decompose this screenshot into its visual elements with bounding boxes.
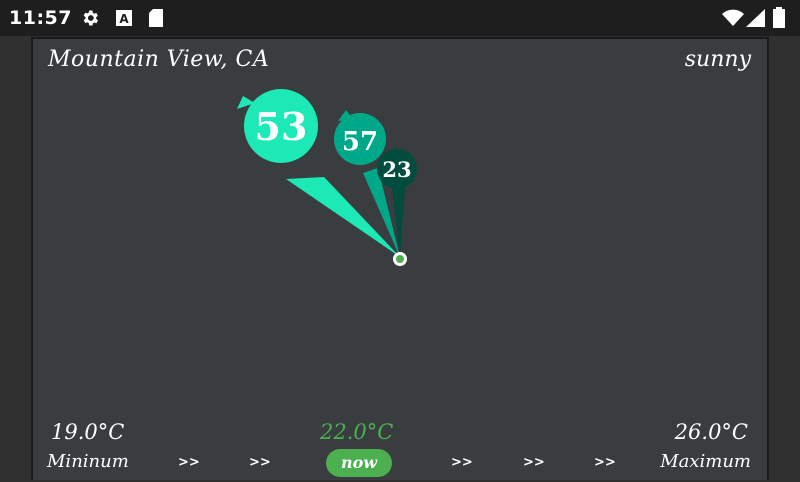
pin-value: 23 (382, 157, 411, 182)
pin-value: 57 (342, 127, 378, 157)
gear-icon (80, 8, 100, 32)
now-button[interactable]: now (326, 449, 392, 477)
maximum-label: Maximum (660, 451, 751, 472)
font-a-icon: A (115, 8, 133, 32)
min-temperature: 19.0°C (51, 420, 125, 444)
current-temperature: 22.0°C (320, 420, 394, 444)
center-dot (396, 255, 404, 263)
status-time: 11:57 (9, 7, 72, 29)
arrow-separator: >> (249, 455, 271, 470)
pin-53[interactable]: 53 (237, 89, 318, 163)
pin-23[interactable]: 23 (377, 147, 417, 189)
arrow-separator: >> (451, 455, 473, 470)
svg-text:A: A (119, 12, 129, 26)
pin-value: 53 (255, 104, 308, 149)
arrow-separator: >> (178, 455, 200, 470)
signal-icon (746, 9, 766, 31)
pin-tail (392, 188, 405, 257)
arrow-separator: >> (594, 455, 616, 470)
max-temperature: 26.0°C (674, 420, 748, 444)
arrow-separator: >> (523, 455, 545, 470)
wifi-icon (722, 9, 744, 31)
battery-icon (773, 7, 785, 32)
minimum-label: Mininum (47, 451, 129, 472)
status-bar: 11:57 A (0, 0, 800, 36)
temperature-pins: 53 57 23 (237, 89, 417, 266)
pin-57[interactable]: 57 (334, 110, 386, 165)
sd-card-icon (147, 8, 165, 32)
weather-screen: Mountain View, CA sunny 53 57 23 19.0°C … (31, 37, 769, 480)
